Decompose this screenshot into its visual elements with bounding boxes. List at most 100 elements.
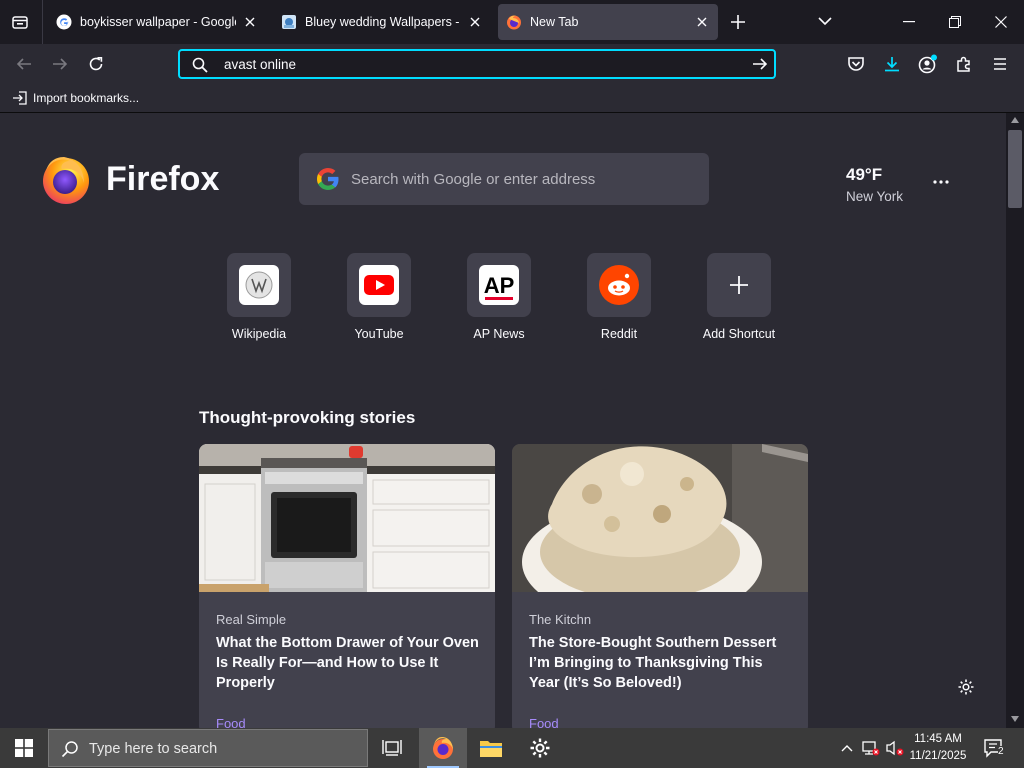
task-view-button[interactable] [368,728,416,768]
page-scrollbar[interactable] [1006,113,1024,728]
url-input-text[interactable]: avast online [224,57,296,72]
firefox-logo [40,153,92,205]
story-source: The Kitchn [529,612,592,627]
story-image-dessert [512,444,808,592]
pocket-button[interactable] [844,52,868,76]
newtab-more-options-button[interactable] [932,179,950,185]
tab-google[interactable]: boykisser wallpaper - Google Se [48,4,266,40]
shortcut-reddit[interactable]: Reddit [569,253,669,341]
weather-city: New York [846,189,904,204]
chevron-down-icon [818,17,832,26]
volume-control[interactable] [884,728,906,768]
shortcut-tile: AP [467,253,531,317]
shortcut-tile [707,253,771,317]
shortcut-youtube[interactable]: YouTube [329,253,429,341]
taskbar-file-explorer[interactable] [467,728,515,768]
story-category: Food [529,716,559,728]
show-hidden-icons-button[interactable] [838,728,856,768]
shortcut-tile [587,253,651,317]
shortcut-wikipedia[interactable]: Wikipedia [209,253,309,341]
action-center-button[interactable]: 2 [978,728,1010,768]
taskbar-clock[interactable]: 11:45 AM 11/21/2025 [906,731,970,765]
taskbar-search-box[interactable]: Type here to search [48,729,368,767]
new-tab-button[interactable] [730,14,746,30]
new-tab-page: Firefox Search with Google or enter addr… [0,113,1006,728]
network-status[interactable] [860,728,882,768]
download-icon [885,57,899,72]
svg-text:AP: AP [484,273,515,298]
go-arrow-icon[interactable] [752,56,768,72]
tab-title: New Tab [530,15,579,29]
newtab-search-box[interactable]: Search with Google or enter address [299,153,709,205]
scroll-down-icon [1011,716,1019,722]
back-button[interactable] [12,52,36,76]
windows-taskbar: Type here to search 11:45 AM 11/21/2025 … [0,728,1024,768]
import-icon [13,91,27,105]
taskbar-settings[interactable] [516,728,564,768]
tab-bluey[interactable]: Bluey wedding Wallpapers - Blu [273,4,491,40]
firefox-favicon-icon [506,14,522,30]
windows-logo-icon [15,739,33,757]
speaker-muted-icon [886,740,904,756]
tab-separator [42,0,43,44]
shortcut-label: Reddit [600,327,638,341]
shortcut-label: Add Shortcut [702,327,776,341]
firefox-wordmark: Firefox [106,160,220,198]
story-source: Real Simple [216,612,287,627]
forward-button[interactable] [48,52,72,76]
add-shortcut-button[interactable]: Add Shortcut [689,253,789,341]
apnews-icon: AP [479,265,519,305]
extensions-button[interactable] [952,52,976,76]
story-image-oven [199,444,495,592]
shortcut-label: YouTube [354,327,404,341]
shortcut-ap-news[interactable]: AP AP News [449,253,549,341]
more-horizontal-icon [933,180,949,184]
story-headline[interactable]: What the Bottom Drawer of Your Oven Is R… [216,633,482,693]
wikipedia-icon [239,265,279,305]
puzzle-icon [957,56,970,72]
firefox-view-icon [12,16,28,29]
account-button[interactable] [916,52,940,76]
tab-strip: boykisser wallpaper - Google Se Bluey we… [0,0,1024,44]
story-headline[interactable]: The Store-Bought Southern Dessert I’m Br… [529,633,795,693]
app-menu-button[interactable] [988,52,1012,76]
search-icon [61,741,78,758]
reload-button[interactable] [84,52,108,76]
firefox-view-button[interactable] [10,12,30,32]
shortcut-tile [227,253,291,317]
list-all-tabs-button[interactable] [818,16,832,26]
newtab-search-placeholder: Search with Google or enter address [351,171,596,188]
firefox-icon [433,737,453,759]
close-window-button[interactable] [995,16,1007,28]
url-bar[interactable]: avast online [178,49,776,79]
minimize-button[interactable] [903,21,915,23]
close-icon [995,16,1007,28]
pocket-icon [848,57,864,71]
account-icon [918,54,937,74]
customize-newtab-button[interactable] [957,678,975,696]
close-tab-icon[interactable] [694,14,710,30]
clock-date: 11/21/2025 [909,750,967,762]
downloads-button[interactable] [880,52,904,76]
clock-time: 11:45 AM [914,733,962,745]
bluey-favicon-icon [281,14,297,30]
story-card[interactable]: Real Simple What the Bottom Drawer of Yo… [199,444,495,728]
navigation-toolbar: avast online [0,44,1024,84]
taskbar-firefox[interactable] [419,728,467,768]
folder-icon [480,741,502,757]
import-bookmarks-button[interactable]: Import bookmarks... [12,90,139,106]
plus-icon [731,15,745,29]
firefox-logo-icon [43,157,89,204]
scrollbar-thumb[interactable] [1008,130,1022,208]
restore-button[interactable] [949,16,961,28]
plus-icon [730,276,748,294]
tab-new-tab[interactable]: New Tab [498,4,718,40]
story-card[interactable]: The Kitchn The Store-Bought Southern Des… [512,444,808,728]
arrow-left-icon [16,58,31,70]
start-button[interactable] [0,728,48,768]
close-tab-icon[interactable] [242,14,258,30]
import-bookmarks-label: Import bookmarks... [33,91,140,105]
notification-count: 2 [998,746,1004,757]
close-tab-icon[interactable] [467,14,483,30]
shortcut-label: AP News [473,327,525,341]
